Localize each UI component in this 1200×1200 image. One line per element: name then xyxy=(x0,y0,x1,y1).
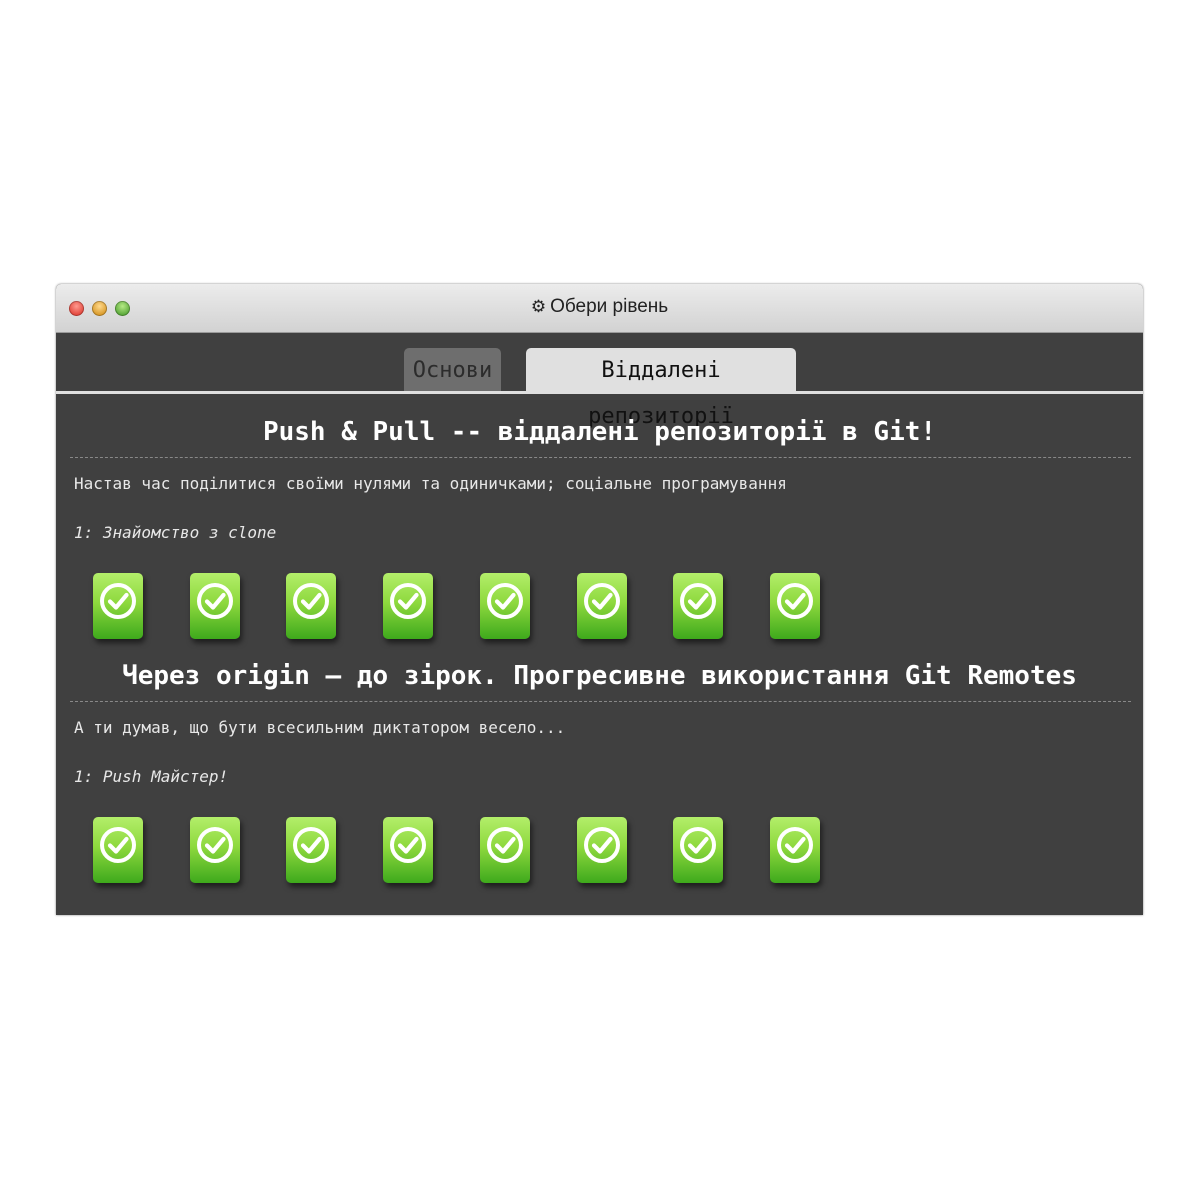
section-description: А ти думав, що бути всесильним диктаторо… xyxy=(74,718,566,737)
window-title-text: Обери рівень xyxy=(550,296,669,317)
level-button[interactable] xyxy=(770,817,820,883)
level-button[interactable] xyxy=(286,573,336,639)
level-button[interactable] xyxy=(93,817,143,883)
window-title: ⚙ Обери рівень xyxy=(56,296,1143,318)
section-description: Настав час поділитися своїми нулями та о… xyxy=(74,474,787,493)
tab-bar: Основи Віддалені репозиторії xyxy=(56,332,1143,429)
gear-icon: ⚙ xyxy=(530,297,547,316)
tab-basics[interactable]: Основи xyxy=(404,348,501,394)
title-bar: ⚙ Обери рівень xyxy=(56,284,1143,333)
level-button[interactable] xyxy=(383,817,433,883)
level-select-window: ⚙ Обери рівень Основи Віддалені репозитор… xyxy=(56,284,1143,915)
level-button[interactable] xyxy=(190,573,240,639)
level-button[interactable] xyxy=(577,573,627,639)
level-button[interactable] xyxy=(673,817,723,883)
section-divider xyxy=(70,457,1131,458)
level-button[interactable] xyxy=(93,573,143,639)
section-divider xyxy=(70,701,1131,702)
level-button[interactable] xyxy=(480,573,530,639)
level-button[interactable] xyxy=(286,817,336,883)
section-title-remote-advanced: Через origin — до зірок. Прогресивне вик… xyxy=(122,661,1077,691)
tab-underline xyxy=(56,391,1143,394)
section-title-push-pull: Push & Pull -- віддалені репозиторії в G… xyxy=(262,417,937,447)
level-button[interactable] xyxy=(190,817,240,883)
selected-level-name: 1: Push Майстер! xyxy=(74,767,229,786)
tab-remote-repositories[interactable]: Віддалені репозиторії xyxy=(526,348,796,429)
selected-level-name: 1: Знайомство з clone xyxy=(74,523,277,542)
level-button[interactable] xyxy=(480,817,530,883)
level-button[interactable] xyxy=(383,573,433,639)
level-button[interactable] xyxy=(770,573,820,639)
level-button[interactable] xyxy=(577,817,627,883)
level-button[interactable] xyxy=(673,573,723,639)
